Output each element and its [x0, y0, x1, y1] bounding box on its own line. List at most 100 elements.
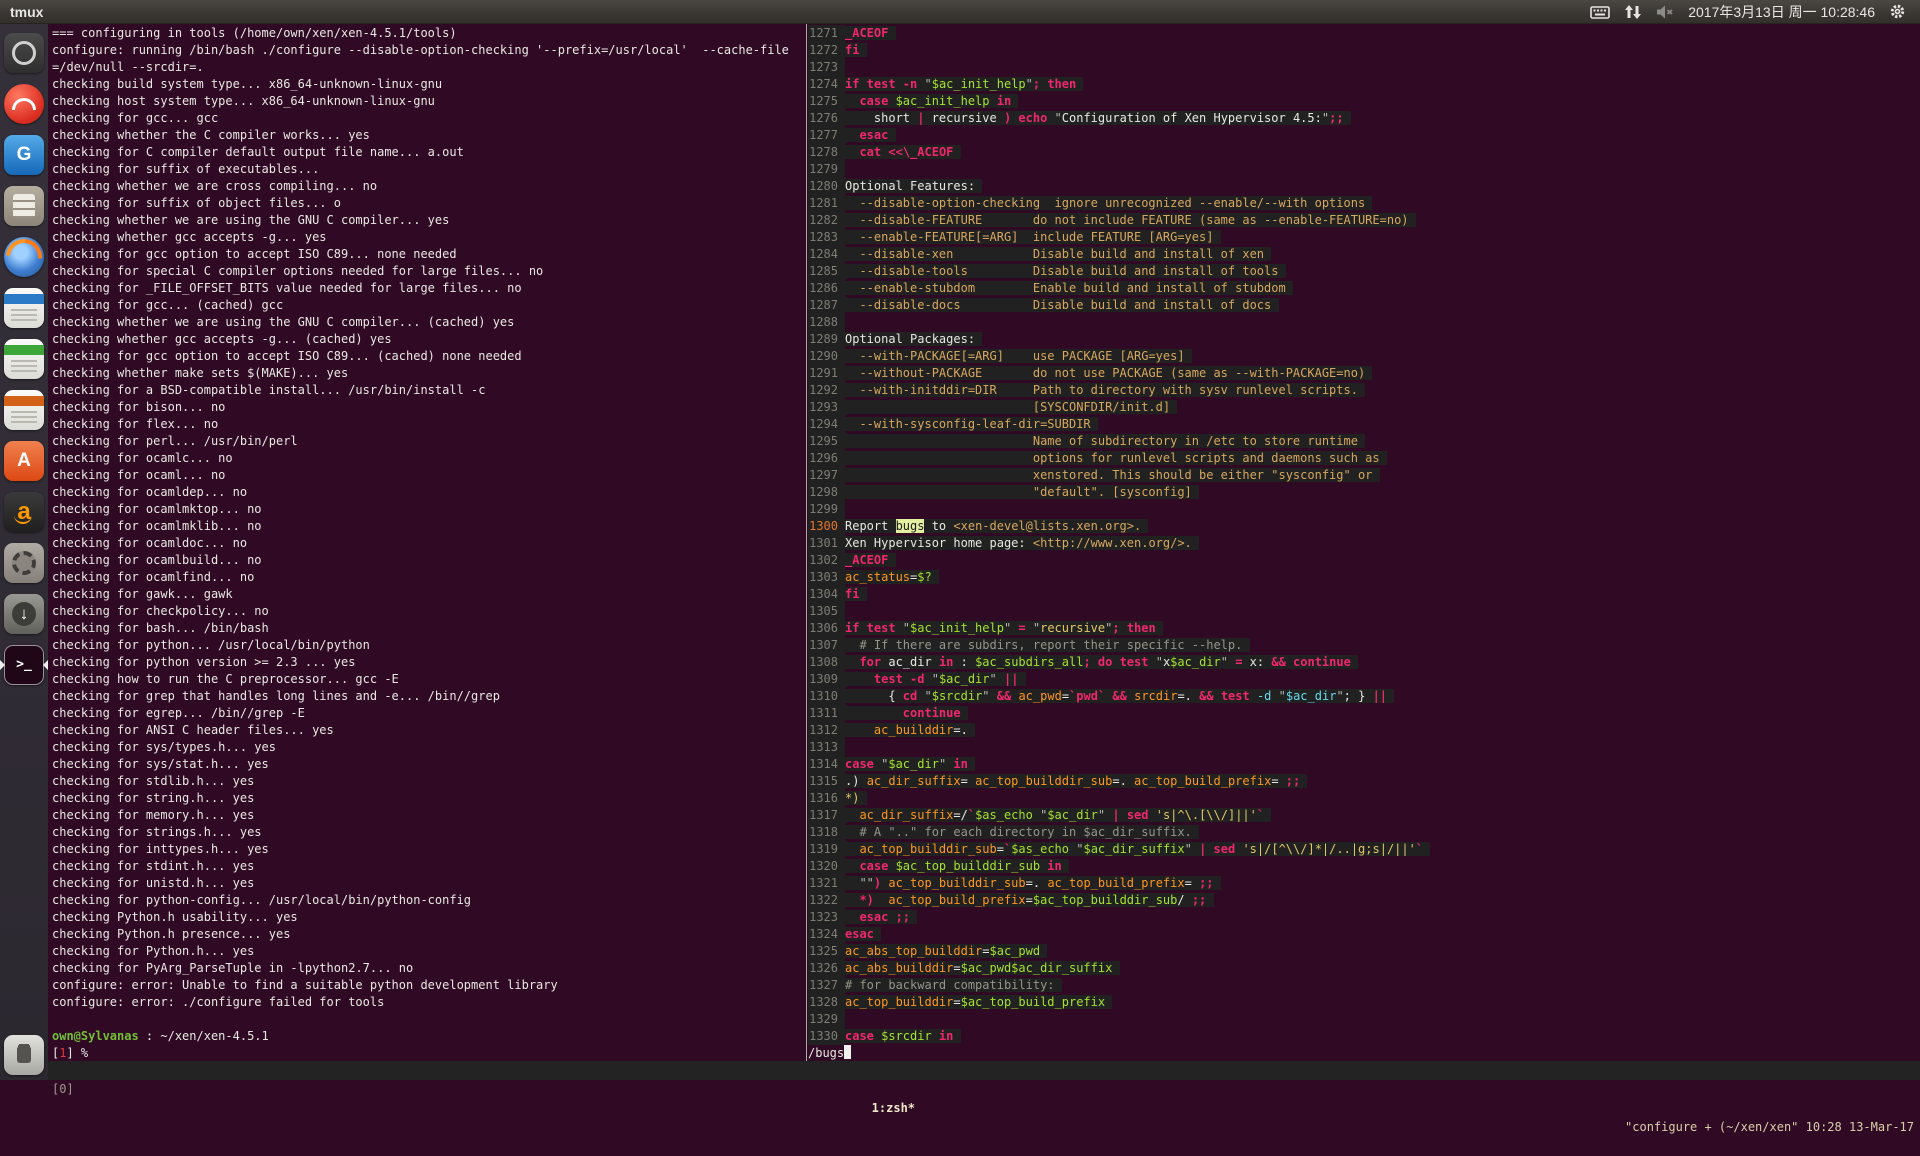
- vim-code-line: 1320 case $ac_top_builddir_sub in: [808, 858, 1920, 875]
- line-number: 1310: [808, 688, 845, 705]
- vim-code-line: 1278 cat <<\_ACEOF: [808, 144, 1920, 161]
- vim-code-line: 1325ac_abs_top_builddir=$ac_pwd: [808, 943, 1920, 960]
- vim-code-line: 1303ac_status=$?: [808, 569, 1920, 586]
- terminal-line: checking for sys/stat.h... yes: [52, 756, 806, 773]
- tmux-window-tab[interactable]: 1:zsh*: [872, 1099, 915, 1118]
- line-number: 1315: [808, 773, 845, 790]
- terminal-line: checking for ocaml... no: [52, 467, 806, 484]
- vim-code-line: 1291 --without-PACKAGE do not use PACKAG…: [808, 365, 1920, 382]
- download-icon[interactable]: ↓: [4, 594, 44, 634]
- terminal-line: checking for a BSD-compatible install...…: [52, 382, 806, 399]
- vim-code-line: 1324esac: [808, 926, 1920, 943]
- terminal-line: checking for sys/types.h... yes: [52, 739, 806, 756]
- right-pane[interactable]: 1271_ACEOF 1272fi 12731274if test -n "$a…: [808, 24, 1920, 1061]
- launcher-cell: [0, 231, 48, 282]
- line-number: 1307: [808, 637, 845, 654]
- blue-g-app-icon[interactable]: G: [4, 135, 44, 175]
- line-number: 1294: [808, 416, 845, 433]
- tmux-status-bar: [0] 1:zsh* "configure + (~/xen/xen" 10:2…: [48, 1061, 1920, 1080]
- terminal-line: === configuring in tools (/home/own/xen/…: [52, 25, 806, 42]
- network-updown-icon[interactable]: [1624, 4, 1642, 20]
- vim-code-line: 1326ac_abs_builddir=$ac_pwd$ac_dir_suffi…: [808, 960, 1920, 977]
- terminal-line: checking for egrep... /bin//grep -E: [52, 705, 806, 722]
- launcher-cell: ↓: [0, 588, 48, 639]
- terminal-window[interactable]: === configuring in tools (/home/own/xen/…: [48, 24, 1920, 1080]
- line-number: 1277: [808, 127, 845, 144]
- line-number: 1327: [808, 977, 845, 994]
- vim-code-line: 1292 --with-initddir=DIR Path to directo…: [808, 382, 1920, 399]
- terminal-line: configure: error: Unable to find a suita…: [52, 977, 806, 994]
- volume-muted-icon[interactable]: [1656, 4, 1674, 20]
- terminal-line: checking whether we are cross compiling.…: [52, 178, 806, 195]
- line-number: 1287: [808, 297, 845, 314]
- line-number: 1330: [808, 1028, 845, 1045]
- top-panel: tmux: [0, 0, 1920, 24]
- vim-code-line: 1295 Name of subdirectory in /etc to sto…: [808, 433, 1920, 450]
- vim-code-line: 1321 "") ac_top_builddir_sub=. ac_top_bu…: [808, 875, 1920, 892]
- terminal-line: checking whether we are using the GNU C …: [52, 314, 806, 331]
- terminal-line: checking for string.h... yes: [52, 790, 806, 807]
- left-pane[interactable]: === configuring in tools (/home/own/xen/…: [48, 24, 806, 1061]
- line-number: 1292: [808, 382, 845, 399]
- vim-code-line: 1271_ACEOF: [808, 25, 1920, 42]
- vim-code-line: 1318 # A ".." for each directory in $ac_…: [808, 824, 1920, 841]
- pane-divider[interactable]: [806, 24, 807, 1061]
- line-number: 1275: [808, 93, 845, 110]
- line-number: 1283: [808, 229, 845, 246]
- line-number: 1284: [808, 246, 845, 263]
- dash-icon[interactable]: [4, 33, 44, 73]
- terminal-line: checking for unistd.h... yes: [52, 875, 806, 892]
- red-app-icon[interactable]: [4, 84, 44, 124]
- terminal-line: configure: running /bin/bash ./configure…: [52, 42, 806, 59]
- calc-icon[interactable]: [4, 339, 44, 379]
- amazon-icon[interactable]: a: [4, 492, 44, 532]
- terminal-icon[interactable]: >_: [4, 645, 44, 685]
- clock-indicator[interactable]: 2017年3月13日 周一 10:28:46: [1688, 2, 1875, 22]
- line-number: 1273: [808, 59, 845, 76]
- terminal-line: checking for inttypes.h... yes: [52, 841, 806, 858]
- vim-command-line[interactable]: /bugs: [808, 1045, 1920, 1061]
- line-number: 1278: [808, 144, 845, 161]
- vim-code-line: 1328ac_top_builddir=$ac_top_build_prefix: [808, 994, 1920, 1011]
- terminal-line: checking for PyArg_ParseTuple in -lpytho…: [52, 960, 806, 977]
- vim-code-line: 1296 options for runlevel scripts and da…: [808, 450, 1920, 467]
- vim-code-line: 1312 ac_builddir=.: [808, 722, 1920, 739]
- line-number: 1308: [808, 654, 845, 671]
- terminal-line: checking how to run the C preprocessor..…: [52, 671, 806, 688]
- line-number: 1291: [808, 365, 845, 382]
- vim-code-line: 1290 --with-PACKAGE[=ARG] use PACKAGE [A…: [808, 348, 1920, 365]
- vim-code-line: 1329: [808, 1011, 1920, 1028]
- terminal-line: checking whether gcc accepts -g... yes: [52, 229, 806, 246]
- line-number: 1302: [808, 552, 845, 569]
- terminal-line: [52, 1011, 806, 1028]
- vim-code-line: 1298 "default". [sysconfig]: [808, 484, 1920, 501]
- vim-code-line: 1313: [808, 739, 1920, 756]
- terminal-line: checking for checkpolicy... no: [52, 603, 806, 620]
- line-number: 1320: [808, 858, 845, 875]
- session-gear-icon[interactable]: [1889, 3, 1906, 20]
- files-icon[interactable]: [4, 186, 44, 226]
- terminal-line: checking for gcc option to accept ISO C8…: [52, 348, 806, 365]
- terminal-line: checking for gawk... gawk: [52, 586, 806, 603]
- terminal-line: configure: error: ./configure failed for…: [52, 994, 806, 1011]
- line-number: 1301: [808, 535, 845, 552]
- firefox-icon[interactable]: [4, 237, 44, 277]
- launcher-cell: [0, 27, 48, 78]
- keyboard-indicator-icon[interactable]: [1590, 4, 1610, 20]
- terminal-line: checking for C compiler default output f…: [52, 144, 806, 161]
- impress-icon[interactable]: [4, 390, 44, 430]
- trash-icon[interactable]: [4, 1035, 44, 1075]
- settings-icon[interactable]: [4, 543, 44, 583]
- terminal-line: own@Sylvanas : ~/xen/xen-4.5.1: [52, 1028, 806, 1045]
- terminal-line: checking for ocamlc... no: [52, 450, 806, 467]
- launcher-cell: [0, 384, 48, 435]
- launcher-cell: [0, 333, 48, 384]
- writer-icon[interactable]: [4, 288, 44, 328]
- terminal-line: checking for grep that handles long line…: [52, 688, 806, 705]
- line-number: 1328: [808, 994, 845, 1011]
- line-number: 1280: [808, 178, 845, 195]
- software-center-icon[interactable]: A: [4, 441, 44, 481]
- terminal-line: checking for Python.h... yes: [52, 943, 806, 960]
- terminal-line: checking for stdlib.h... yes: [52, 773, 806, 790]
- vim-code-line: 1316*): [808, 790, 1920, 807]
